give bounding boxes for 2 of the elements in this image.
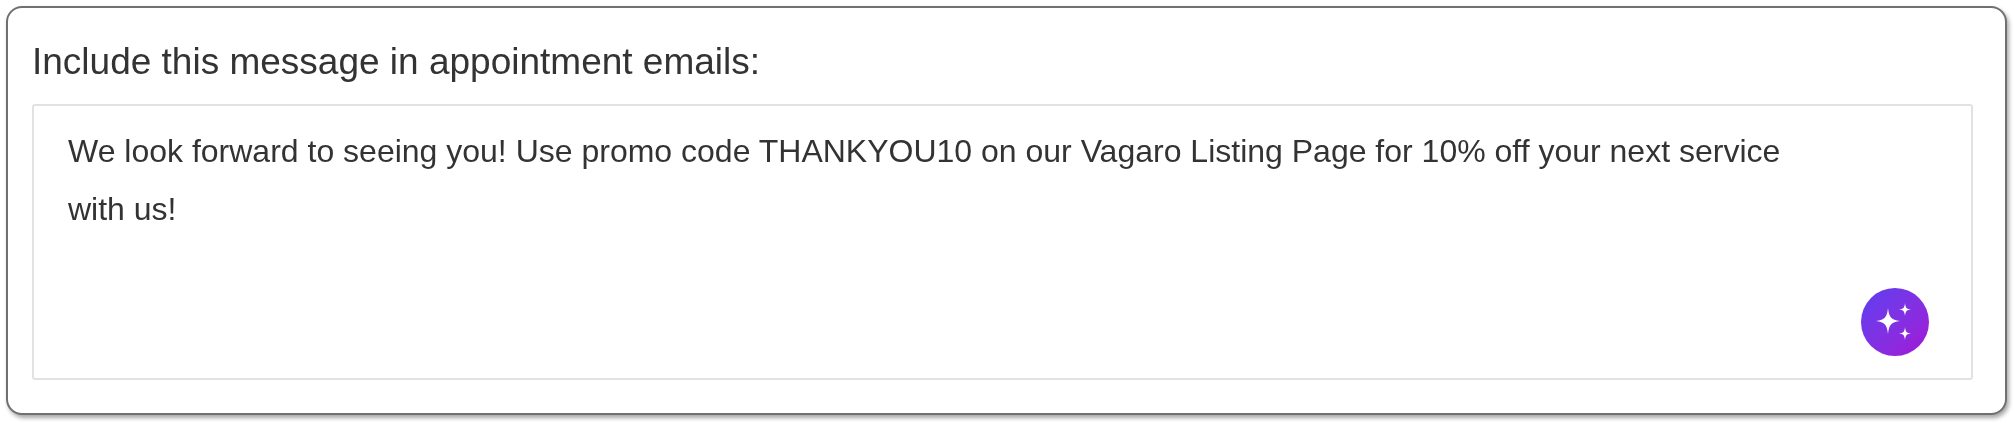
message-field[interactable]: We look forward to seeing you! Use promo code THANKYOU10 on our Vagaro Listing Page for 10% off your next service with us! [32, 104, 1973, 380]
field-label: Include this message in appointment emails: [32, 40, 762, 84]
